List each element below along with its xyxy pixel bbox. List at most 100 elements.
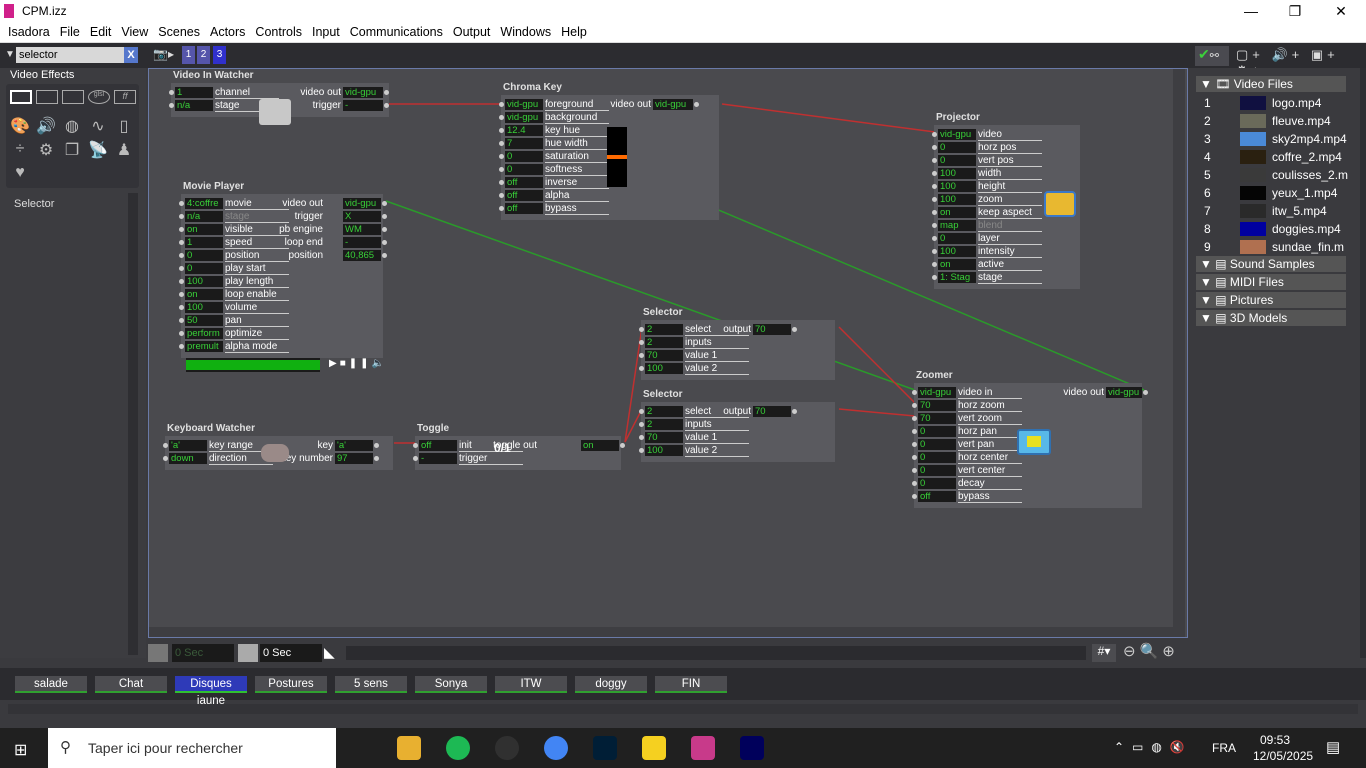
scene-editor-canvas[interactable]: Video In Watcher 1 channel n/a stage video ou… xyxy=(148,68,1188,638)
input-value[interactable]: vid-gpu xyxy=(505,112,543,123)
actor-title[interactable]: Selector xyxy=(643,307,682,318)
actor-title[interactable]: Toggle xyxy=(417,423,449,434)
section-sound-samples[interactable]: ▼ ▤ Sound Samples xyxy=(1196,256,1346,272)
input-port[interactable] xyxy=(639,340,644,345)
input-port[interactable] xyxy=(932,262,937,267)
input-port[interactable] xyxy=(912,455,917,460)
output-port[interactable] xyxy=(1143,390,1148,395)
input-port[interactable] xyxy=(932,275,937,280)
menu-view[interactable]: View xyxy=(116,22,153,43)
actor-title[interactable]: Video In Watcher xyxy=(173,70,254,81)
scene-button-2[interactable]: 2 xyxy=(197,46,210,64)
input-value[interactable]: 100 xyxy=(645,363,683,374)
video-files-header[interactable]: ▼ 🎞 Video Files xyxy=(1196,76,1346,92)
ff-category-icon[interactable]: ff xyxy=(114,90,136,104)
media-item[interactable]: 9 sundae_fin.m xyxy=(1196,238,1346,256)
chrome-icon[interactable] xyxy=(544,736,568,760)
input-port[interactable] xyxy=(932,171,937,176)
output-port[interactable] xyxy=(382,253,387,258)
actor-toggle[interactable]: Toggle off init - trigger toggle out on xyxy=(413,423,625,470)
close-button[interactable]: ✕ xyxy=(1318,0,1364,22)
input-port[interactable] xyxy=(179,344,184,349)
output-port[interactable] xyxy=(792,409,797,414)
input-value[interactable]: n/a xyxy=(175,100,213,111)
actor-title[interactable]: Keyboard Watcher xyxy=(167,423,255,434)
input-value[interactable]: 0 xyxy=(938,142,976,153)
tray-icons[interactable]: ⌃▭◍🔇 xyxy=(1114,740,1193,754)
input-value[interactable]: perform xyxy=(185,328,223,339)
palette-icon[interactable]: 🎨 xyxy=(9,116,31,136)
ramp-icon[interactable]: ◣ xyxy=(324,644,335,661)
input-port[interactable] xyxy=(499,128,504,133)
input-port[interactable] xyxy=(912,442,917,447)
input-port[interactable] xyxy=(639,422,644,427)
input-port[interactable] xyxy=(932,184,937,189)
scene-tab[interactable]: Chat xyxy=(95,676,167,693)
glsl-category-icon[interactable]: glsl xyxy=(88,90,110,104)
antenna-icon[interactable]: 📡 xyxy=(87,140,109,160)
input-port[interactable] xyxy=(912,468,917,473)
video-category-icon[interactable] xyxy=(10,90,32,104)
envelope-icon-2[interactable] xyxy=(238,644,258,662)
menu-help[interactable]: Help xyxy=(556,22,592,43)
input-value[interactable]: 100 xyxy=(185,302,223,313)
clock-time[interactable]: 09:53 xyxy=(1260,733,1290,747)
input-value[interactable]: 7 xyxy=(505,138,543,149)
media-item[interactable]: 1 logo.mp4 xyxy=(1196,94,1346,112)
actor-title[interactable]: Chroma Key xyxy=(503,82,562,93)
input-value[interactable]: map xyxy=(938,220,976,231)
actor-title[interactable]: Projector xyxy=(936,112,980,123)
input-port[interactable] xyxy=(179,240,184,245)
menu-file[interactable]: File xyxy=(55,22,85,43)
input-port[interactable] xyxy=(912,429,917,434)
input-port[interactable] xyxy=(499,102,504,107)
timeline-track[interactable] xyxy=(346,646,1086,660)
menu-input[interactable]: Input xyxy=(307,22,345,43)
input-port[interactable] xyxy=(179,305,184,310)
media-item[interactable]: 3 sky2mp4.mp4 xyxy=(1196,130,1347,148)
input-port[interactable] xyxy=(639,327,644,332)
clock-date[interactable]: 12/05/2025 xyxy=(1253,749,1313,763)
input-port[interactable] xyxy=(932,210,937,215)
input-port[interactable] xyxy=(932,132,937,137)
input-value[interactable]: 0 xyxy=(918,478,956,489)
photoshop-icon[interactable] xyxy=(593,736,617,760)
input-value[interactable]: 70 xyxy=(918,413,956,424)
output-port[interactable] xyxy=(384,90,389,95)
menu-isadora[interactable]: Isadora xyxy=(3,22,55,43)
input-port[interactable] xyxy=(912,481,917,486)
wave-icon[interactable]: ∿ xyxy=(87,116,109,136)
input-value[interactable]: 0 xyxy=(918,452,956,463)
menu-scenes[interactable]: Scenes xyxy=(153,22,205,43)
media-item[interactable]: 4 coffre_2.mp4 xyxy=(1196,148,1346,166)
input-port[interactable] xyxy=(179,214,184,219)
input-port[interactable] xyxy=(912,390,917,395)
input-value[interactable]: 100 xyxy=(938,168,976,179)
input-value[interactable]: off xyxy=(505,190,543,201)
menu-actors[interactable]: Actors xyxy=(205,22,250,43)
media-panel-scrollbar[interactable] xyxy=(1360,68,1366,658)
input-value[interactable]: 1 xyxy=(175,87,213,98)
section-3d-models[interactable]: ▼ ▤ 3D Models xyxy=(1196,310,1346,326)
input-port[interactable] xyxy=(163,443,168,448)
input-value[interactable]: 70 xyxy=(918,400,956,411)
input-value[interactable]: 50 xyxy=(185,315,223,326)
file-explorer-icon[interactable] xyxy=(397,736,421,760)
output-port[interactable] xyxy=(382,240,387,245)
output-port[interactable] xyxy=(382,201,387,206)
input-value[interactable]: 4:coffre xyxy=(185,198,223,209)
output-port[interactable] xyxy=(374,443,379,448)
video-out-category-icon[interactable] xyxy=(62,90,84,104)
person-icon[interactable]: ♟ xyxy=(113,140,135,160)
input-port[interactable] xyxy=(499,167,504,172)
output-port[interactable] xyxy=(694,102,699,107)
input-port[interactable] xyxy=(639,353,644,358)
input-port[interactable] xyxy=(179,227,184,232)
scene-tab[interactable]: Disques jaune xyxy=(175,676,247,707)
input-value[interactable]: on xyxy=(938,259,976,270)
taskbar-search-box[interactable]: ⚲ Taper ici pour rechercher xyxy=(48,728,336,768)
input-value[interactable]: on xyxy=(938,207,976,218)
input-value[interactable]: 0 xyxy=(938,233,976,244)
search-toggle-icon[interactable]: ▼ xyxy=(5,49,15,60)
heart-icon[interactable]: ♥ xyxy=(9,164,31,184)
